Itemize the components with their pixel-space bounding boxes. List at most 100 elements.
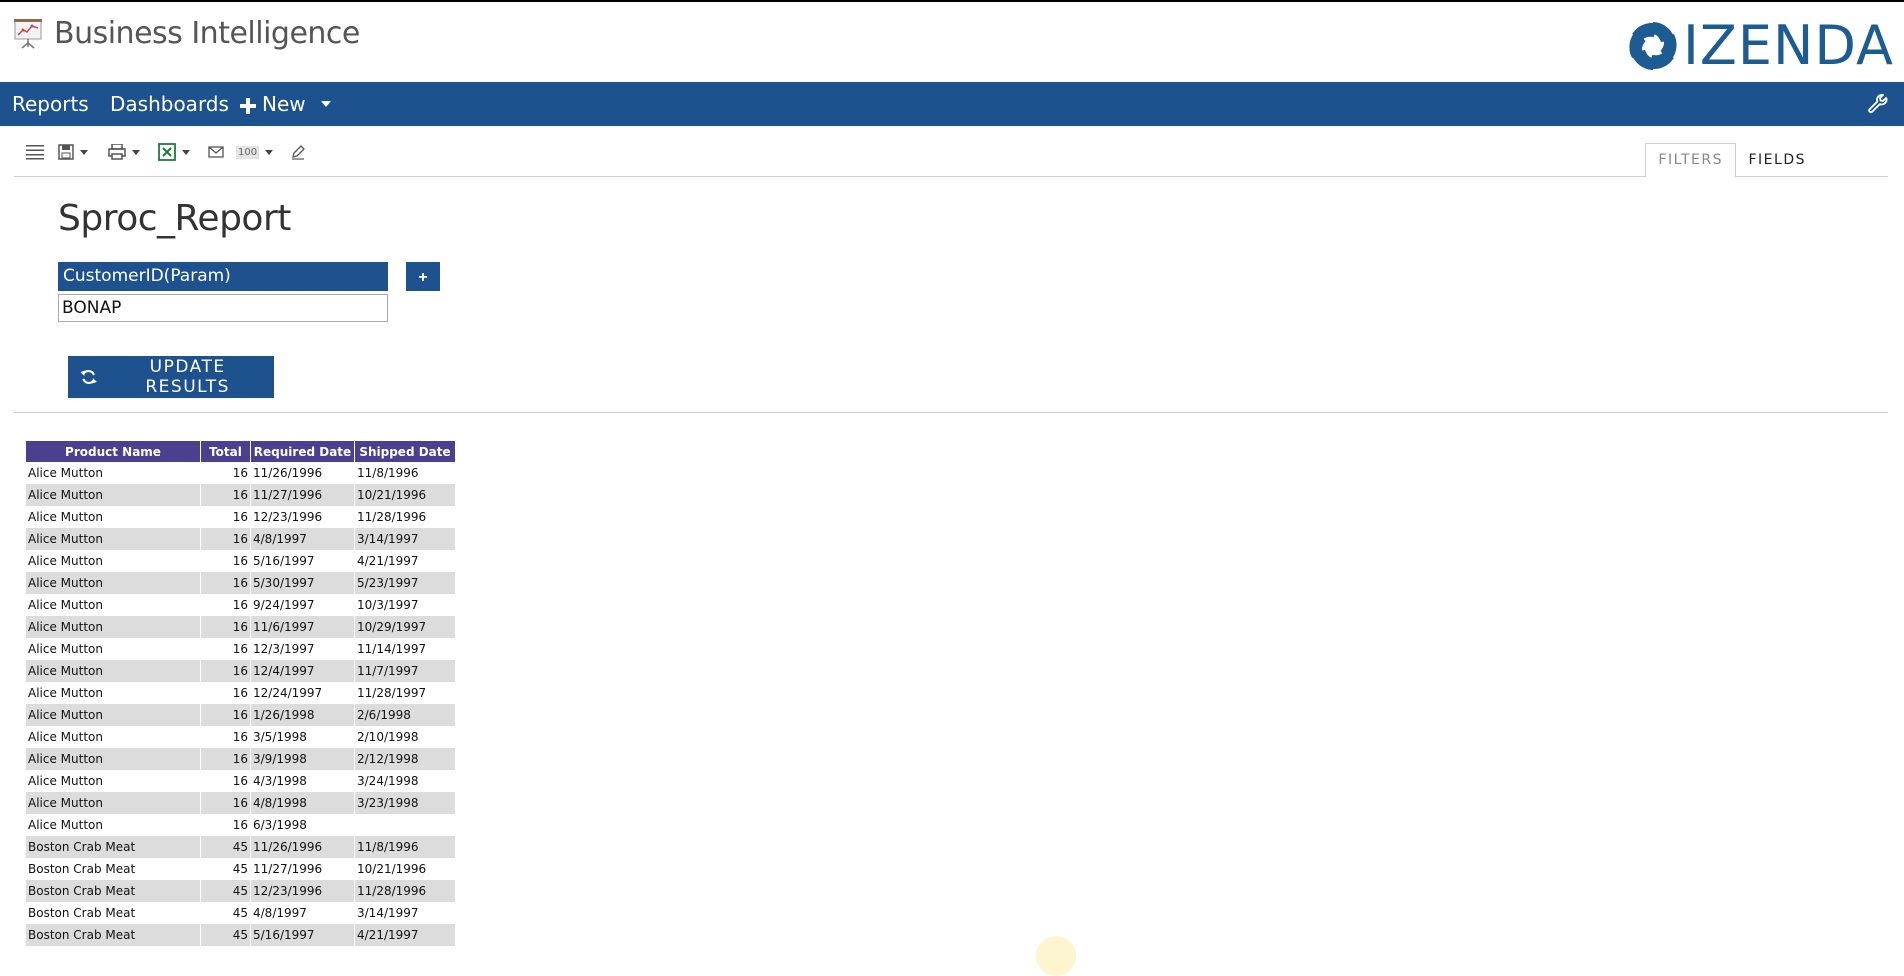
pencil-icon (292, 145, 305, 160)
update-results-button[interactable]: UPDATE RESULTS (68, 356, 274, 398)
table-row: Alice Mutton 16 12/4/1997 11/7/1997 (26, 660, 456, 682)
table-cell: 12/23/1996 (250, 506, 355, 528)
zoom-value: 100 (236, 145, 260, 159)
table-row: Boston Crab Meat 45 12/23/1996 11/28/1996 (26, 880, 456, 902)
table-cell: Alice Mutton (26, 506, 201, 528)
table-cell: 5/16/1997 (250, 924, 355, 946)
table-cell: 11/28/1996 (354, 880, 456, 902)
excel-export-button[interactable] (158, 142, 190, 162)
table-cell: Alice Mutton (26, 462, 201, 484)
table-cell: 11/26/1996 (250, 836, 355, 858)
brand-name: IZENDA (1682, 14, 1894, 77)
table-cell: 11/26/1996 (250, 462, 355, 484)
email-button[interactable] (208, 142, 224, 162)
wrench-icon[interactable] (1866, 92, 1890, 116)
column-header[interactable]: Shipped Date (354, 441, 456, 462)
nav-new-dropdown-caret[interactable] (321, 101, 331, 107)
table-cell: 16 (200, 550, 251, 572)
table-cell: 11/14/1997 (354, 638, 456, 660)
table-row: Alice Mutton 16 5/30/1997 5/23/1997 (26, 572, 456, 594)
tab-filters[interactable]: FILTERS (1645, 143, 1736, 178)
table-cell: Alice Mutton (26, 616, 201, 638)
nav-reports[interactable]: Reports (12, 82, 89, 126)
table-row: Alice Mutton 16 11/26/1996 11/8/1996 (26, 462, 456, 484)
table-cell: 3/14/1997 (354, 528, 456, 550)
table-row: Boston Crab Meat 45 4/8/1997 3/14/1997 (26, 902, 456, 924)
refresh-icon (80, 370, 97, 384)
table-row: Alice Mutton 16 1/26/1998 2/6/1998 (26, 704, 456, 726)
table-cell: 12/4/1997 (250, 660, 355, 682)
table-cell: 45 (200, 858, 251, 880)
table-cell: 16 (200, 682, 251, 704)
table-cell: 12/23/1996 (250, 880, 355, 902)
table-row: Alice Mutton 16 5/16/1997 4/21/1997 (26, 550, 456, 572)
column-header[interactable]: Product Name (26, 441, 201, 462)
table-cell: Boston Crab Meat (26, 880, 201, 902)
filter-label: CustomerID(Param) (58, 262, 388, 291)
table-cell: 2/6/1998 (354, 704, 456, 726)
table-cell: 2/12/1998 (354, 748, 456, 770)
zoom-dropdown-caret (265, 149, 274, 155)
report-toolbar: 100 FILTERS FIELDS (14, 126, 1888, 178)
table-cell: 10/29/1997 (354, 616, 456, 638)
envelope-icon (208, 146, 224, 158)
menu-button[interactable] (26, 142, 44, 162)
save-button[interactable] (58, 142, 88, 162)
table-cell: 1/26/1998 (250, 704, 355, 726)
table-header-row: Product Name Total Required Date Shipped… (26, 441, 456, 462)
table-cell: Boston Crab Meat (26, 924, 201, 946)
app-header: Business Intelligence IZENDA (0, 2, 1904, 82)
add-filter-button[interactable]: + (406, 262, 440, 291)
table-cell: 16 (200, 484, 251, 506)
table-row: Alice Mutton 16 11/27/1996 10/21/1996 (26, 484, 456, 506)
table-cell: Alice Mutton (26, 550, 201, 572)
table-cell: 5/16/1997 (250, 550, 355, 572)
izenda-swirl-icon (1629, 22, 1677, 70)
brand-logo: IZENDA (1627, 14, 1894, 77)
plus-icon (240, 97, 256, 114)
table-row: Boston Crab Meat 45 5/16/1997 4/21/1997 (26, 924, 456, 946)
table-cell: Alice Mutton (26, 726, 201, 748)
print-dropdown-caret (132, 149, 140, 155)
table-cell: 16 (200, 770, 251, 792)
table-cell: 10/21/1996 (354, 858, 456, 880)
table-row: Alice Mutton 16 11/6/1997 10/29/1997 (26, 616, 456, 638)
excel-dropdown-caret (182, 149, 190, 155)
table-cell: 45 (200, 902, 251, 924)
table-cell: 16 (200, 792, 251, 814)
table-cell: 4/8/1998 (250, 792, 355, 814)
table-cell: 11/28/1996 (354, 506, 456, 528)
zoom-button[interactable]: 100 (236, 142, 274, 162)
table-cell: 4/8/1997 (250, 528, 355, 550)
table-cell: 10/21/1996 (354, 484, 456, 506)
table-cell: 12/3/1997 (250, 638, 355, 660)
table-cell: 4/21/1997 (354, 924, 456, 946)
table-cell: 16 (200, 616, 251, 638)
table-cell: 16 (200, 594, 251, 616)
table-cell: Alice Mutton (26, 660, 201, 682)
column-header[interactable]: Required Date (250, 441, 355, 462)
table-cell: Alice Mutton (26, 528, 201, 550)
table-body: Alice Mutton 16 11/26/1996 11/8/1996 Alice M… (26, 462, 456, 946)
table-cell: Alice Mutton (26, 682, 201, 704)
table-cell: 45 (200, 836, 251, 858)
table-cell: 45 (200, 924, 251, 946)
table-cell: Boston Crab Meat (26, 902, 201, 924)
table-cell (354, 814, 456, 836)
print-button[interactable] (108, 142, 140, 162)
table-cell: 9/24/1997 (250, 594, 355, 616)
table-row: Alice Mutton 16 4/8/1998 3/23/1998 (26, 792, 456, 814)
report-title: Sproc_Report (58, 198, 291, 239)
customer-id-input[interactable] (58, 294, 388, 322)
cursor-highlight (1036, 936, 1076, 976)
column-header[interactable]: Total (200, 441, 251, 462)
table-cell: Alice Mutton (26, 814, 201, 836)
nav-dashboards[interactable]: Dashboards (110, 82, 229, 126)
tab-fields[interactable]: FIELDS (1737, 144, 1819, 176)
nav-new[interactable]: New (240, 82, 306, 126)
table-cell: Alice Mutton (26, 638, 201, 660)
table-cell: 3/5/1998 (250, 726, 355, 748)
edit-button[interactable] (290, 142, 306, 162)
app-title: Business Intelligence (54, 16, 360, 51)
table-cell: 11/8/1996 (354, 462, 456, 484)
